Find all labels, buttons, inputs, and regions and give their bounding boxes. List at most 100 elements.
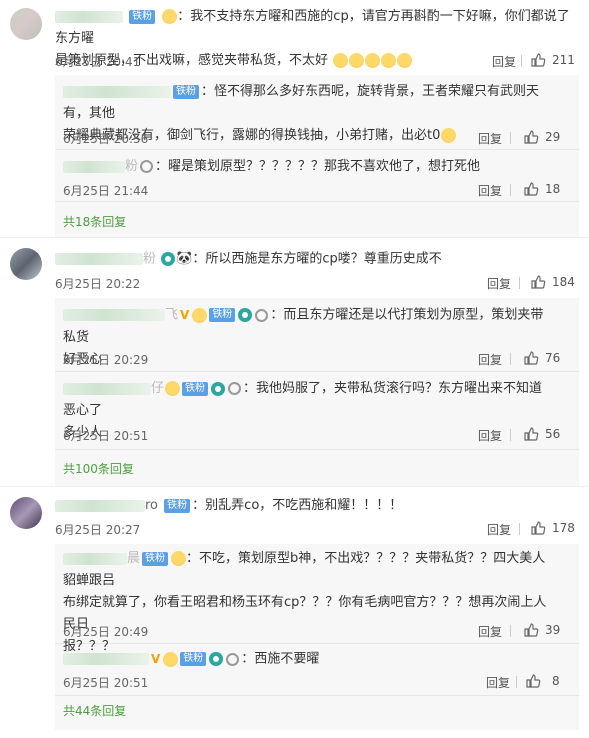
emoji-icon bbox=[441, 128, 457, 143]
thumb-up-icon[interactable] bbox=[530, 52, 546, 68]
reply-button[interactable]: 回复 bbox=[478, 130, 502, 147]
emoji-icon bbox=[162, 9, 178, 24]
comment-time: 6月25日 20:22 bbox=[55, 277, 141, 291]
colon: ： bbox=[241, 651, 255, 667]
fan-ring-icon bbox=[255, 308, 269, 322]
fan-level-icon bbox=[161, 252, 176, 266]
reply-text-line1: 曜是策划原型？？？？？？那我不喜欢他了，想打死他 bbox=[168, 159, 481, 174]
thumb-up-icon[interactable] bbox=[525, 673, 541, 689]
thumb-up-icon[interactable] bbox=[530, 274, 546, 290]
comment-text-line1: 别乱弄co，不吃西施和耀！！！！ bbox=[205, 498, 403, 513]
reply-button[interactable]: 回复 bbox=[478, 427, 502, 444]
user-name-suffix: 粉 bbox=[125, 159, 139, 174]
thumb-up-icon[interactable] bbox=[530, 520, 546, 536]
divider bbox=[510, 184, 511, 196]
avatar[interactable] bbox=[10, 8, 42, 40]
emoji-icon bbox=[163, 651, 179, 667]
reply-button[interactable]: 回复 bbox=[486, 674, 510, 691]
colon: ： bbox=[192, 498, 206, 513]
like-count: 76 bbox=[545, 351, 561, 365]
more-replies-link[interactable]: 共18条回复 bbox=[63, 213, 126, 230]
colon: ： bbox=[243, 381, 257, 396]
avatar[interactable] bbox=[10, 497, 42, 529]
fan-level-icon bbox=[238, 308, 253, 322]
divider bbox=[510, 625, 511, 637]
comment-text-line1: 所以西施是东方曜的cp喽？尊重历史成不 bbox=[205, 251, 442, 267]
reply-time: 6月25日 20:29 bbox=[63, 353, 149, 367]
comment-1: 铁粉 ：我不支持东方曜和西施的cp，请官方再斟酌一下好嘛，你们都说了东方曜 是策… bbox=[0, 0, 589, 238]
fan-level-icon bbox=[209, 652, 224, 666]
more-replies-link[interactable]: 共100条回复 bbox=[63, 460, 134, 477]
fan-badge: 铁粉 bbox=[173, 84, 199, 99]
avatar[interactable] bbox=[10, 248, 42, 280]
reply-time: 6月25日 20:49 bbox=[63, 625, 149, 639]
vip-v-icon: V bbox=[180, 308, 190, 322]
fan-badge: 铁粉 bbox=[164, 498, 191, 513]
emoji-icon bbox=[333, 53, 349, 68]
reply-button[interactable]: 回复 bbox=[492, 53, 516, 70]
thumb-up-icon[interactable] bbox=[523, 129, 539, 145]
reply-item: 粉 ：曜是策划原型？？？？？？那我不喜欢他了，想打死他 6月25日 21:44 回… bbox=[55, 150, 579, 202]
reply-list: 晨铁粉 ：不吃，策划原型b神，不出戏？？？？夹带私货？？四大美人貂蝉跟吕 布绑定就… bbox=[55, 544, 579, 730]
user-name-suffix: 飞 bbox=[165, 307, 179, 323]
user-name-blurred[interactable] bbox=[63, 382, 151, 395]
reply-time: 6月25日 20:51 bbox=[63, 429, 149, 443]
user-name-blurred[interactable] bbox=[63, 309, 165, 321]
comment-3: ro 铁粉 ：别乱弄co，不吃西施和耀！！！！ 6月25日 20:27 回复 17… bbox=[0, 487, 589, 738]
reply-button[interactable]: 回复 bbox=[478, 182, 502, 199]
fan-ring-icon bbox=[226, 652, 240, 666]
emoji-icon bbox=[349, 53, 365, 68]
user-name-suffix: ro bbox=[145, 498, 159, 513]
comment-text: ro 铁粉 ：别乱弄co，不吃西施和耀！！！！ bbox=[55, 495, 575, 517]
like-count: 18 bbox=[545, 182, 561, 196]
fan-ring-icon bbox=[228, 382, 242, 395]
reply-list: 飞 V 铁粉 ：而且东方曜还是以代打策划为原型，策划夹带私货 好恶心 6月25日 20… bbox=[55, 298, 579, 486]
emoji-icon bbox=[365, 53, 381, 68]
user-name-blurred[interactable] bbox=[63, 85, 171, 98]
reply-item: V 铁粉 ：西施不要曜 6月25日 20:51 回复 8 bbox=[55, 644, 579, 696]
reply-item: 仔铁粉 ：我他妈服了，夹带私货滚行吗？东方曜出来不知道恶心了 多少人 6月25日 … bbox=[55, 372, 579, 450]
reply-item: 铁粉 ：怪不得那么多好东西呢，旋转背景，王者荣耀只有武则天有，其他 荣耀典藏都没有… bbox=[55, 75, 579, 150]
fan-ring-icon bbox=[140, 160, 154, 173]
like-count: 56 bbox=[545, 427, 561, 441]
like-count: 211 bbox=[552, 53, 575, 67]
user-name-suffix: 粉 bbox=[143, 251, 157, 267]
panda-icon: 🐼 bbox=[176, 251, 193, 266]
fan-badge: 铁粉 bbox=[129, 9, 156, 24]
colon: ： bbox=[186, 551, 200, 566]
fan-badge: 铁粉 bbox=[182, 381, 209, 396]
reply-button[interactable]: 回复 bbox=[487, 521, 511, 538]
reply-button[interactable]: 回复 bbox=[478, 351, 502, 368]
like-count: 8 bbox=[552, 674, 560, 688]
vip-v-icon: V bbox=[151, 652, 161, 666]
divider bbox=[521, 55, 522, 67]
more-replies-link[interactable]: 共44条回复 bbox=[63, 702, 126, 719]
thumb-up-icon[interactable] bbox=[523, 426, 539, 442]
reply-time: 6月25日 20:51 bbox=[63, 676, 149, 690]
like-count: 29 bbox=[545, 130, 561, 144]
reply-list: 铁粉 ：怪不得那么多好东西呢，旋转背景，王者荣耀只有武则天有，其他 荣耀典藏都没有… bbox=[55, 75, 579, 237]
user-name-blurred[interactable] bbox=[63, 653, 149, 665]
emoji-icon bbox=[381, 53, 397, 68]
divider bbox=[510, 132, 511, 144]
thumb-up-icon[interactable] bbox=[523, 181, 539, 197]
reply-text-line1: 西施不要曜 bbox=[254, 651, 320, 667]
reply-text: 粉 ：曜是策划原型？？？？？？那我不喜欢他了，想打死他 bbox=[63, 156, 553, 178]
emoji-icon bbox=[165, 381, 181, 396]
like-count: 178 bbox=[552, 521, 575, 535]
user-name-blurred[interactable] bbox=[55, 499, 145, 512]
thumb-up-icon[interactable] bbox=[523, 622, 539, 638]
like-count: 39 bbox=[545, 623, 561, 637]
reply-item: 飞 V 铁粉 ：而且东方曜还是以代打策划为原型，策划夹带私货 好恶心 6月25日 20… bbox=[55, 298, 579, 372]
comment-time: 6月25日 20:41 bbox=[55, 55, 141, 69]
user-name-blurred[interactable] bbox=[63, 552, 127, 565]
thumb-up-icon[interactable] bbox=[523, 350, 539, 366]
reply-button[interactable]: 回复 bbox=[487, 275, 511, 292]
user-name-blurred[interactable] bbox=[55, 10, 123, 23]
fan-level-icon bbox=[211, 381, 226, 396]
user-name-blurred[interactable] bbox=[63, 160, 125, 173]
reply-time: 6月25日 21:44 bbox=[63, 184, 149, 198]
reply-button[interactable]: 回复 bbox=[478, 623, 502, 640]
colon: ： bbox=[177, 9, 191, 24]
user-name-blurred[interactable] bbox=[55, 253, 143, 265]
